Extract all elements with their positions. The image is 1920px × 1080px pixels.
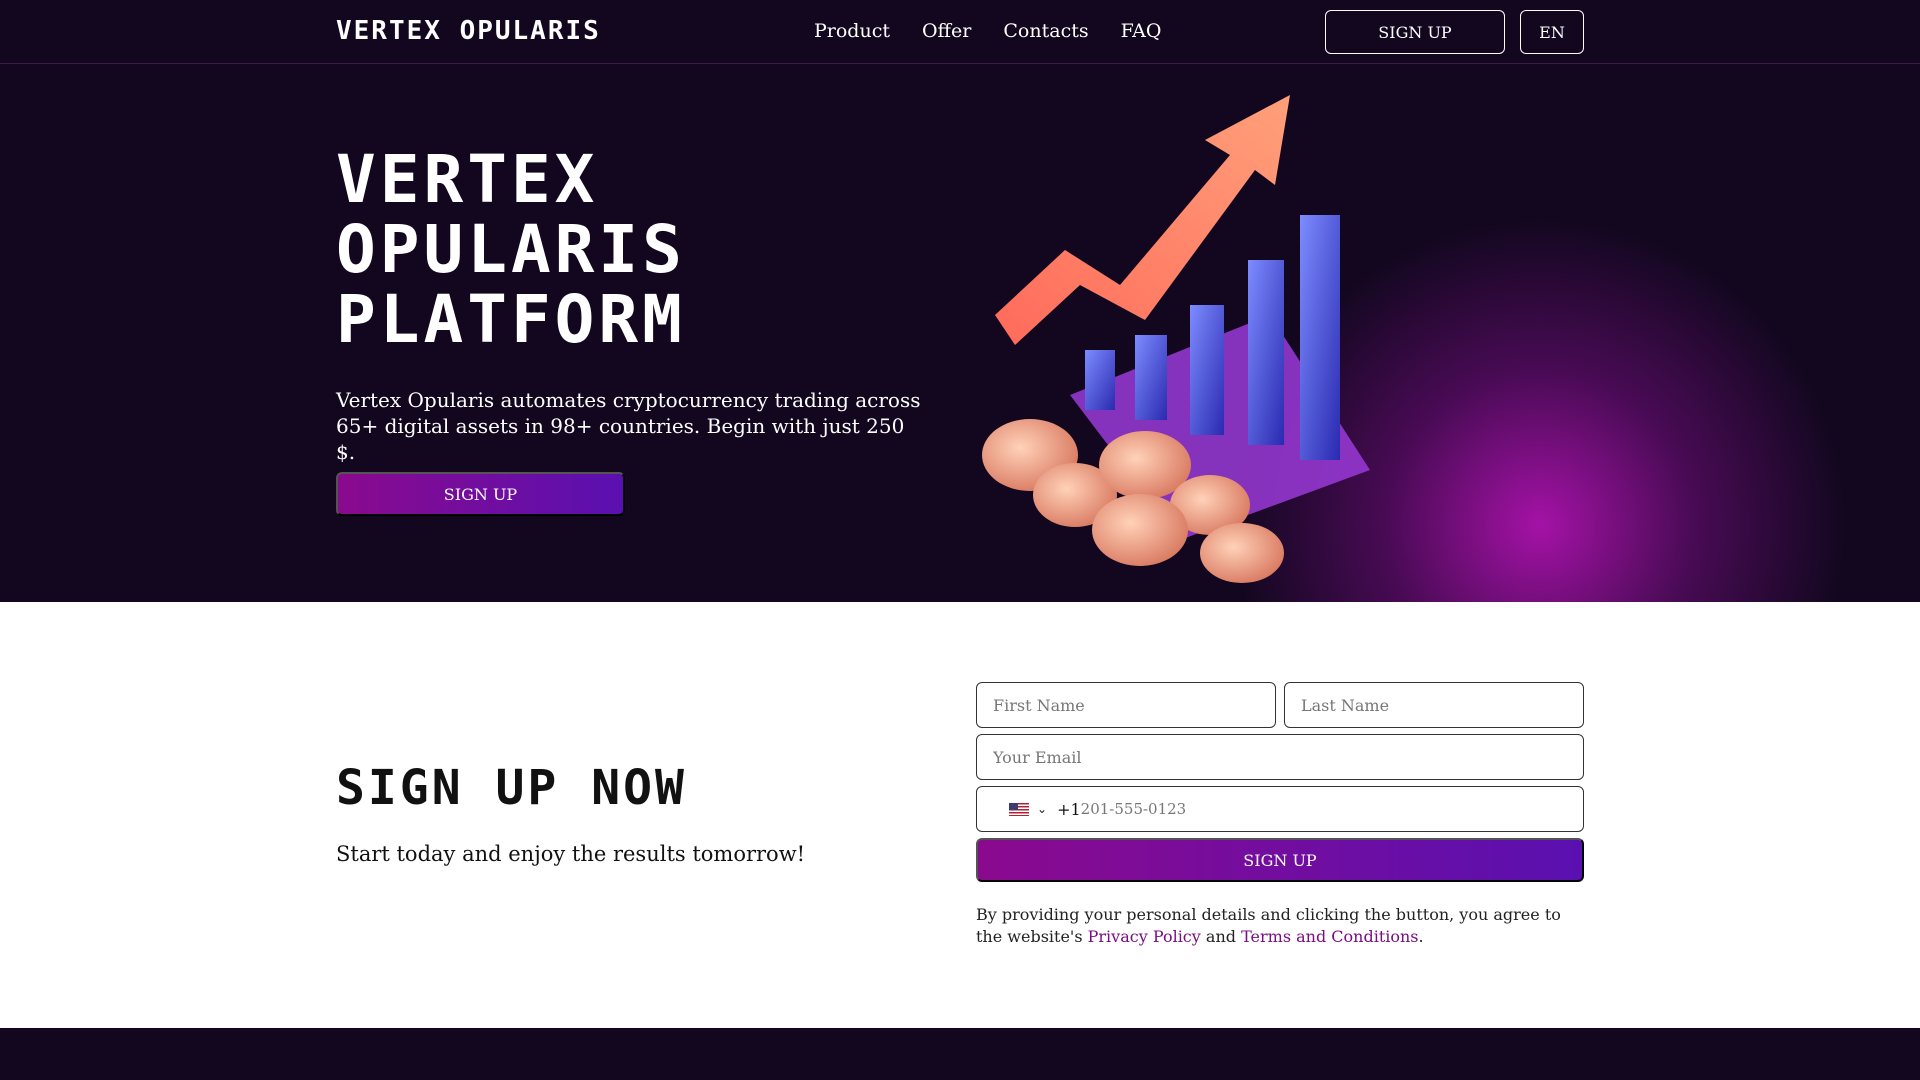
- hero-section: Vertex Opularis Platform Vertex Opularis…: [0, 65, 1920, 602]
- terms-and: and: [1205, 927, 1236, 946]
- hero-title: Vertex Opularis Platform: [336, 145, 896, 355]
- language-selector[interactable]: EN: [1520, 10, 1584, 54]
- site-header: Vertex Opularis Product Offer Contacts F…: [0, 0, 1920, 64]
- us-flag-icon[interactable]: [1009, 802, 1029, 816]
- growth-arrow: [995, 95, 1290, 345]
- hero-title-line: Vertex: [336, 141, 599, 218]
- last-name-input[interactable]: [1284, 682, 1584, 728]
- form-signup-button[interactable]: SIGN UP: [976, 838, 1584, 882]
- phone-field[interactable]: ⌄ +1: [976, 786, 1584, 832]
- nav-product[interactable]: Product: [814, 20, 890, 42]
- header-signup-button[interactable]: SIGN UP: [1325, 10, 1505, 54]
- phone-input[interactable]: [1080, 800, 1381, 818]
- terms-suffix: .: [1418, 927, 1424, 946]
- signup-section: Sign up now Start today and enjoy the re…: [0, 602, 1920, 1028]
- main-nav: Product Offer Contacts FAQ: [814, 20, 1161, 42]
- signup-title: Sign up now: [336, 760, 687, 816]
- chevron-down-icon[interactable]: ⌄: [1037, 802, 1047, 816]
- hero-title-line: Platform: [336, 281, 686, 358]
- footer: [0, 1028, 1920, 1080]
- terms-text: By providing your personal details and c…: [976, 904, 1584, 948]
- growth-chart-illustration: [982, 95, 1370, 583]
- logo[interactable]: Vertex Opularis: [336, 16, 601, 46]
- privacy-policy-link[interactable]: Privacy Policy: [1088, 927, 1201, 946]
- nav-faq[interactable]: FAQ: [1121, 20, 1162, 42]
- hero-subtitle: Vertex Opularis automates cryptocurrency…: [336, 388, 921, 464]
- email-input[interactable]: [976, 734, 1584, 780]
- nav-contacts[interactable]: Contacts: [1003, 20, 1088, 42]
- nav-offer[interactable]: Offer: [922, 20, 971, 42]
- hero-title-line: Opularis: [336, 211, 686, 288]
- phone-country-code: +1: [1057, 799, 1081, 819]
- signup-subtitle: Start today and enjoy the results tomorr…: [336, 842, 806, 866]
- hero-signup-button[interactable]: SIGN UP: [336, 472, 625, 516]
- first-name-input[interactable]: [976, 682, 1276, 728]
- terms-conditions-link[interactable]: Terms and Conditions: [1241, 927, 1418, 946]
